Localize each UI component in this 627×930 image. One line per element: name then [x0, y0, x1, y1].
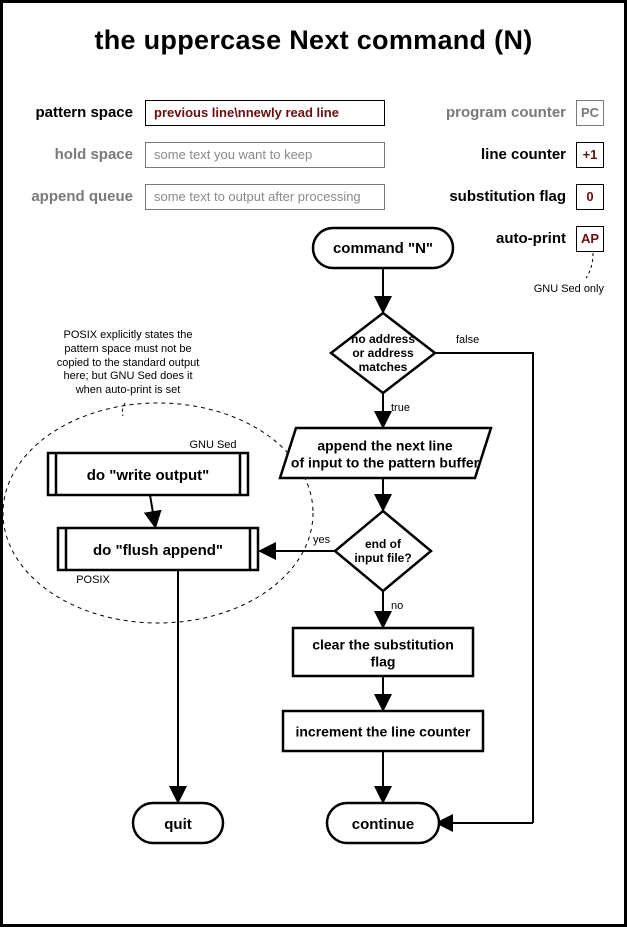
node-terminal-continue: continue [327, 803, 439, 843]
field-pattern-space: previous line\nnewly read line [145, 100, 385, 126]
node-io-append: append the next line of input to the pat… [280, 428, 491, 478]
svg-text:or address: or address [352, 346, 414, 360]
node-sub-write-output: do "write output" GNU Sed [48, 439, 248, 495]
page-title: the uppercase Next command (N) [3, 25, 624, 56]
svg-text:append the next line: append the next line [317, 438, 453, 454]
svg-text:command "N": command "N" [333, 240, 433, 257]
svg-text:flag: flag [371, 654, 396, 670]
label-auto-print: auto-print [426, 230, 566, 247]
svg-text:of input to the pattern buffer: of input to the pattern buffer [291, 455, 480, 471]
label-append-queue: append queue [3, 188, 133, 205]
svg-text:no: no [391, 600, 403, 612]
node-terminal-quit: quit [133, 803, 223, 843]
svg-text:GNU Sed: GNU Sed [189, 439, 236, 451]
label-hold-space: hold space [3, 146, 133, 163]
svg-text:input file?: input file? [354, 551, 411, 565]
node-process-clear-flag: clear the substitution flag [293, 628, 473, 676]
node-decision-eof: end of input file? [335, 511, 431, 591]
label-line-counter: line counter [426, 146, 566, 163]
svg-text:do "flush append": do "flush append" [93, 542, 223, 559]
box-program-counter: PC [576, 100, 604, 126]
node-sub-flush-append: do "flush append" POSIX [58, 528, 258, 586]
box-auto-print: AP [576, 226, 604, 252]
field-append-queue: some text to output after processing [145, 184, 385, 210]
note-posix: POSIX explicitly states the pattern spac… [23, 329, 233, 398]
svg-text:quit: quit [164, 816, 192, 833]
note-gnu-only: GNU Sed only [524, 283, 604, 297]
box-substitution-flag: 0 [576, 184, 604, 210]
label-program-counter: program counter [426, 104, 566, 121]
svg-text:do "write output": do "write output" [87, 467, 210, 484]
diagram-frame: the uppercase Next command (N) pattern s… [0, 0, 627, 927]
svg-text:yes: yes [313, 534, 331, 546]
svg-text:clear the substitution: clear the substitution [312, 637, 454, 653]
label-substitution-flag: substitution flag [426, 188, 566, 205]
node-process-increment: increment the line counter [283, 711, 483, 751]
svg-text:continue: continue [352, 816, 415, 833]
label-pattern-space: pattern space [3, 104, 133, 121]
svg-text:increment the line counter: increment the line counter [295, 724, 471, 740]
svg-text:end of: end of [365, 537, 402, 551]
svg-text:no address: no address [351, 332, 415, 346]
field-hold-space: some text you want to keep [145, 142, 385, 168]
node-decision-address: no address or address matches [331, 313, 435, 393]
svg-text:false: false [456, 334, 479, 346]
svg-text:true: true [391, 402, 410, 414]
svg-text:matches: matches [359, 360, 408, 374]
svg-text:POSIX: POSIX [76, 574, 110, 586]
box-line-counter: +1 [576, 142, 604, 168]
